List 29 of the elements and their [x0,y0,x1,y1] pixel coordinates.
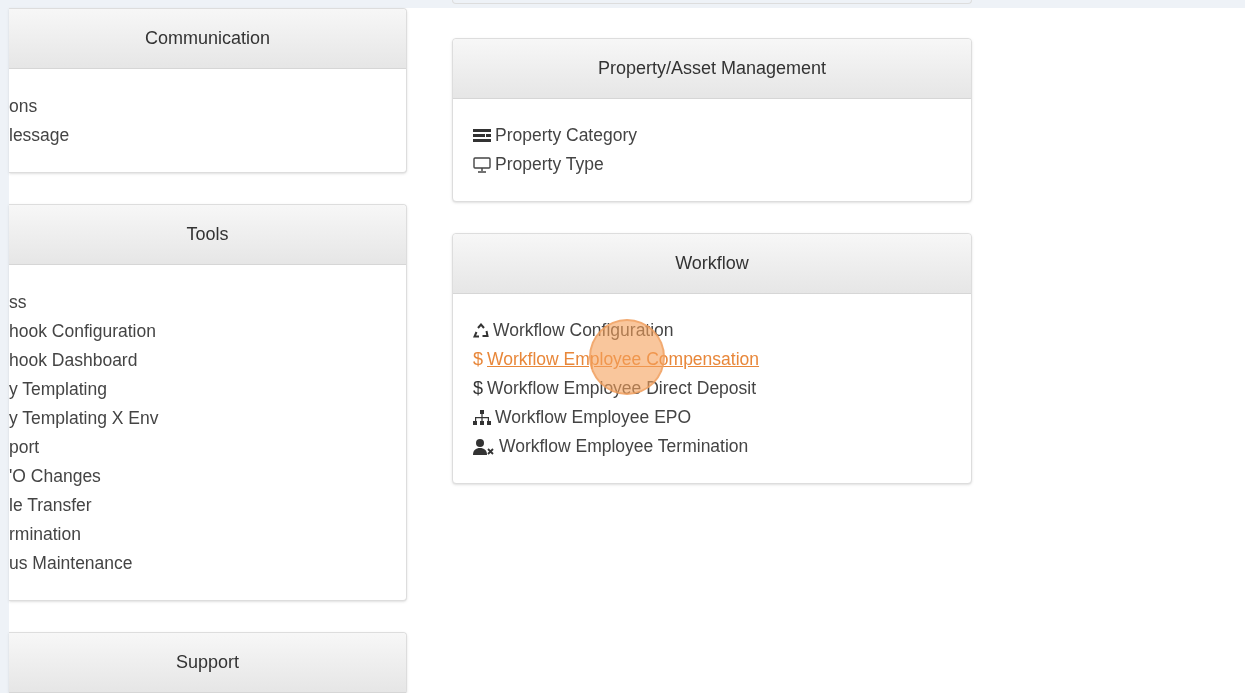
menu-link[interactable]: y Templating X Env [9,404,159,433]
dollar-icon: $ [473,375,483,402]
menu-link[interactable]: Workflow Employee Termination [499,433,749,460]
panel-title: Workflow [453,234,971,294]
monitor-icon [473,156,491,173]
menu-link[interactable]: us Maintenance [9,549,133,578]
panel-title: Property/Asset Management [453,39,971,99]
panel-title: Tools [9,205,406,265]
menu-link[interactable]: le Transfer [9,491,92,520]
menu-link[interactable]: lessage [9,121,70,150]
menu-link[interactable]: y Templating [9,375,107,404]
menu-link[interactable]: port [9,433,40,462]
list-icon [473,128,491,143]
dollar-icon: $ [473,346,483,373]
recycle-icon [473,322,489,339]
user-remove-icon [473,438,495,455]
menu-link[interactable]: hook Configuration [9,317,156,346]
menu-link[interactable]: Property Type [495,151,604,178]
menu-link[interactable]: 'O Changes [9,462,101,491]
menu-link[interactable]: ons [9,92,38,121]
menu-link[interactable]: ss [9,288,27,317]
panel-title: Communication [9,9,406,69]
sitemap-icon [473,409,491,426]
menu-link[interactable]: Workflow Configuration [493,317,674,344]
panel-title: Support [9,633,406,693]
menu-link[interactable]: Property Category [495,122,637,149]
menu-link[interactable]: rmination [9,520,81,549]
menu-link[interactable]: Workflow Employee EPO [495,404,692,431]
menu-link[interactable]: hook Dashboard [9,346,138,375]
